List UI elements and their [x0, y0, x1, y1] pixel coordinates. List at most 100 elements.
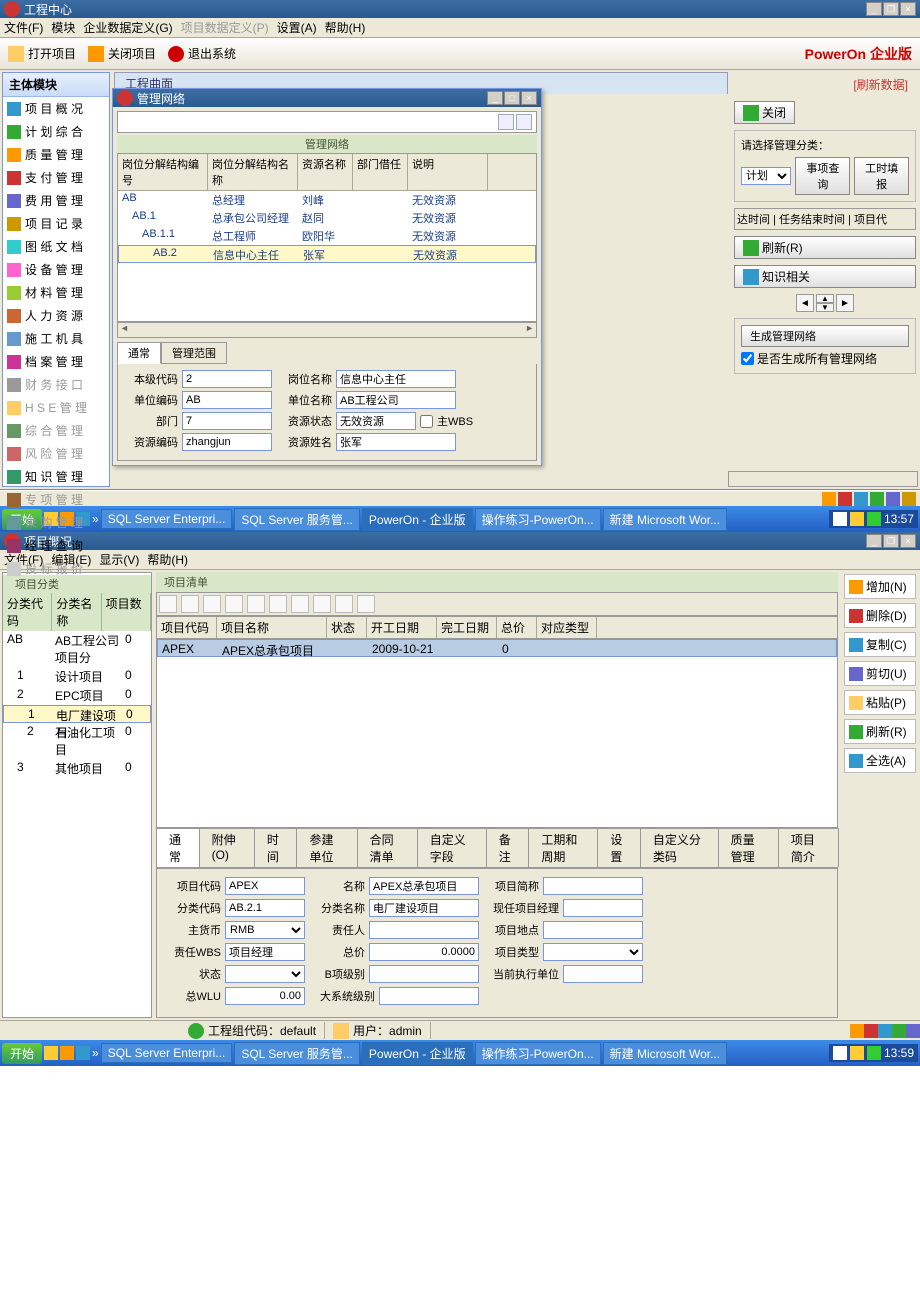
inp-owner[interactable]: [369, 921, 479, 939]
sidebar-item[interactable]: H S E 管 理: [3, 396, 109, 419]
gen-network-button[interactable]: 生成管理网络: [741, 325, 909, 347]
col-header[interactable]: 开工日期: [367, 617, 437, 638]
sel-status[interactable]: [225, 965, 305, 983]
col-header[interactable]: 完工日期: [437, 617, 497, 638]
sidebar-item[interactable]: 项 目 记 录: [3, 212, 109, 235]
minimize-button[interactable]: _: [866, 2, 882, 16]
sidebar-item[interactable]: 图 纸 文 档: [3, 235, 109, 258]
action-button[interactable]: 刷新(R): [844, 719, 916, 744]
grid-hscroll[interactable]: [117, 322, 537, 338]
sidebar-item[interactable]: 设 备 管 理: [3, 258, 109, 281]
sidebar-item[interactable]: 支 付 管 理: [3, 166, 109, 189]
nav-up[interactable]: ▲: [816, 294, 834, 303]
maximize-button[interactable]: ❐: [883, 2, 899, 16]
inp-total[interactable]: [369, 943, 479, 961]
inp-sys-level[interactable]: [379, 987, 479, 1005]
inp-res-status[interactable]: [336, 412, 416, 430]
tree-row[interactable]: 2EPC项目0: [3, 686, 151, 705]
inp-proj-short[interactable]: [543, 877, 643, 895]
dlg-max[interactable]: □: [504, 91, 520, 105]
open-project-button[interactable]: 打开项目: [8, 45, 76, 62]
list-row[interactable]: APEXAPEX总承包项目2009-10-210: [157, 639, 837, 657]
menu-help[interactable]: 帮助(H): [147, 551, 188, 568]
tree-row[interactable]: 3其他项目0: [3, 759, 151, 778]
sidebar-item[interactable]: 投 标 报 价: [3, 557, 109, 580]
sidebar-item[interactable]: 财 务 接 口: [3, 373, 109, 396]
col-header[interactable]: 岗位分解结构编号: [118, 154, 208, 190]
col-header[interactable]: 状态: [327, 617, 367, 638]
close-button[interactable]: ×: [900, 2, 916, 16]
grid-row[interactable]: AB.2信息中心主任张军无效资源: [118, 245, 536, 263]
action-button[interactable]: 删除(D): [844, 603, 916, 628]
tab-common[interactable]: 通常: [117, 342, 161, 364]
sidebar-item[interactable]: 计 划 综 合: [3, 120, 109, 143]
detail-tab[interactable]: 工期和周期: [528, 828, 598, 867]
tray-icon[interactable]: [870, 492, 884, 506]
inp-cat-code[interactable]: [225, 899, 305, 917]
action-button[interactable]: 粘贴(P): [844, 690, 916, 715]
sidebar-item[interactable]: 档 案 管 理: [3, 350, 109, 373]
sidebar-item[interactable]: 经 理 查 询: [3, 534, 109, 557]
tray-icon[interactable]: [850, 1024, 864, 1038]
category-select[interactable]: 计划: [741, 167, 791, 185]
tree-row[interactable]: 1电厂建设项目0: [3, 705, 151, 723]
tree-row[interactable]: 2石油化工项目0: [3, 723, 151, 759]
task-item[interactable]: PowerOn - 企业版: [362, 1042, 473, 1065]
close-panel-button[interactable]: 关闭: [734, 101, 795, 124]
action-button[interactable]: 复制(C): [844, 632, 916, 657]
inp-res-code[interactable]: [182, 433, 272, 451]
detail-tab[interactable]: 时间: [254, 828, 298, 867]
refresh-data-link[interactable]: [刷新数据]: [734, 74, 916, 95]
tab-scope[interactable]: 管理范围: [161, 342, 227, 364]
sidebar-item[interactable]: 项 目 概 况: [3, 97, 109, 120]
col-header[interactable]: 说明: [408, 154, 488, 190]
inp-wlu[interactable]: [225, 987, 305, 1005]
task-item[interactable]: 操作练习-PowerOn...: [475, 508, 601, 531]
inp-pm[interactable]: [563, 899, 643, 917]
detail-tab[interactable]: 自定义分类码: [640, 828, 719, 867]
tree-row[interactable]: 1设计项目0: [3, 667, 151, 686]
tray-icon[interactable]: [906, 1024, 920, 1038]
tray-icon[interactable]: [902, 492, 916, 506]
tray-icon[interactable]: [892, 1024, 906, 1038]
col-header[interactable]: 项目代码: [157, 617, 217, 638]
minimize-button[interactable]: _: [866, 534, 882, 548]
inp-dept[interactable]: [182, 412, 272, 430]
tb-icon[interactable]: [181, 595, 199, 613]
sidebar-item[interactable]: 知 识 管 理: [3, 465, 109, 488]
tray-icon[interactable]: [854, 492, 868, 506]
task-item[interactable]: SQL Server 服务管...: [234, 508, 360, 531]
action-button[interactable]: 剪切(U): [844, 661, 916, 686]
tb-icon[interactable]: [313, 595, 331, 613]
tree-row[interactable]: ABAB工程公司项目分0: [3, 631, 151, 667]
tb-icon[interactable]: [269, 595, 287, 613]
detail-tab[interactable]: 附伸(O): [199, 828, 255, 867]
sidebar-item[interactable]: 采 购 管 理: [3, 511, 109, 534]
refresh-r-button[interactable]: 刷新(R): [734, 236, 916, 259]
chk-main-wbs[interactable]: [420, 415, 433, 428]
tray-icon[interactable]: [833, 512, 847, 526]
menu-module[interactable]: 模块: [51, 19, 75, 36]
tray-icon[interactable]: [867, 1046, 881, 1060]
ql-icon[interactable]: [76, 1046, 90, 1060]
task-item[interactable]: PowerOn - 企业版: [362, 508, 473, 531]
sidebar-item[interactable]: 人 力 资 源: [3, 304, 109, 327]
right-hscroll[interactable]: [728, 471, 918, 487]
detail-tab[interactable]: 质量管理: [718, 828, 779, 867]
menu-project-data[interactable]: 项目数据定义(P): [181, 19, 269, 36]
task-item[interactable]: SQL Server Enterpri...: [101, 1043, 233, 1063]
sidebar-item[interactable]: 材 料 管 理: [3, 281, 109, 304]
tray-icon[interactable]: [838, 492, 852, 506]
menu-help[interactable]: 帮助(H): [325, 19, 366, 36]
sidebar-item[interactable]: 施 工 机 具: [3, 327, 109, 350]
start-button[interactable]: 开始: [2, 1043, 42, 1064]
detail-tab[interactable]: 自定义字段: [417, 828, 487, 867]
col-header[interactable]: 分类代码: [3, 593, 52, 631]
tb-icon[interactable]: [159, 595, 177, 613]
detail-tab[interactable]: 备注: [486, 828, 530, 867]
col-header[interactable]: 项目名称: [217, 617, 327, 638]
close-button[interactable]: ×: [900, 534, 916, 548]
task-item[interactable]: SQL Server 服务管...: [234, 1042, 360, 1065]
action-button[interactable]: 全选(A): [844, 748, 916, 773]
tray-icon[interactable]: [833, 1046, 847, 1060]
